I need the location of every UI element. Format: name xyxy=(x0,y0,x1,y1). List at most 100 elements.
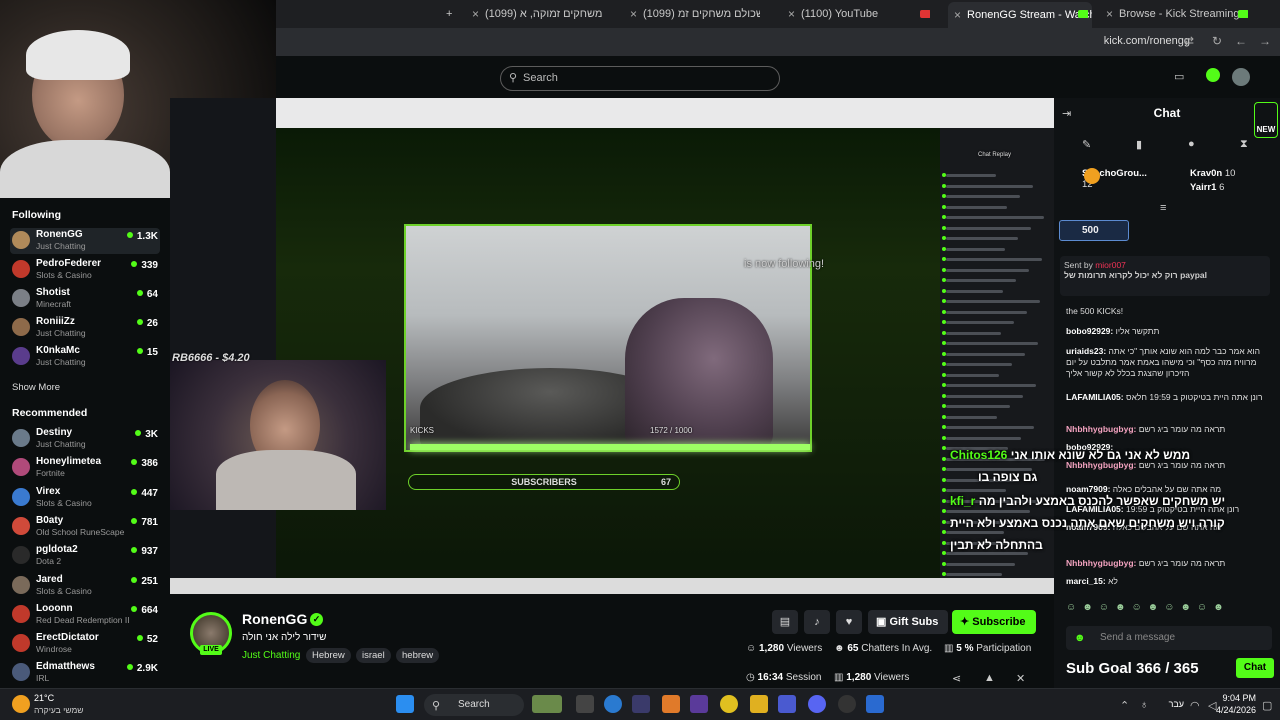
hourglass-icon[interactable]: ⧗ xyxy=(1240,138,1248,151)
emoji-icon[interactable]: ☻ xyxy=(1074,632,1086,644)
send-message-input[interactable]: Send a message xyxy=(1066,626,1272,650)
store-icon[interactable] xyxy=(632,695,650,713)
browser-tab[interactable]: × Browse - Kick Streaming xyxy=(1106,5,1256,23)
sidebar-channel[interactable]: B0aty Old School RuneScape 781 xyxy=(10,514,160,540)
address-bar[interactable]: kick.com/ronengg ⇄ ↻ ← → xyxy=(276,28,1280,56)
edge-icon[interactable] xyxy=(604,695,622,713)
weather-description[interactable]: שמשי בעיקרה xyxy=(34,705,84,715)
kick-favicon-icon xyxy=(1078,5,1088,23)
kick-logo-icon[interactable] xyxy=(1206,68,1220,82)
gift-subs-button[interactable]: ▣ Gift Subs xyxy=(868,610,948,634)
browser-tab-active[interactable]: × RonenGG Stream - Watch Live xyxy=(948,2,1092,28)
replay-line xyxy=(942,425,1034,429)
chat-username[interactable]: LAFAMILIA05: xyxy=(1066,392,1124,402)
sidebar-channel[interactable]: Honeylimetea Fortnite 386 xyxy=(10,455,160,481)
close-icon[interactable]: × xyxy=(630,7,637,21)
app-icon[interactable] xyxy=(662,695,680,713)
teams-icon[interactable] xyxy=(778,695,796,713)
sidebar-channel[interactable]: RonenGG Just Chatting 1.3K xyxy=(10,228,160,254)
sidebar-channel[interactable]: Virex Slots & Casino 447 xyxy=(10,485,160,511)
chat-send-button[interactable]: Chat xyxy=(1236,658,1274,678)
weather-icon[interactable] xyxy=(12,695,30,713)
emote-bar[interactable]: ☺☻☺☻☺☻☺☻☺☻ xyxy=(1066,602,1274,618)
chat-username[interactable]: marci_15: xyxy=(1066,576,1106,586)
reload-icon[interactable]: ↻ xyxy=(1210,34,1224,48)
app-icon-2[interactable] xyxy=(690,695,708,713)
url-text[interactable]: kick.com/ronengg xyxy=(1104,35,1190,47)
tag-hebrew[interactable]: Hebrew xyxy=(306,648,351,663)
search-input[interactable]: ⚲ Search xyxy=(500,66,780,91)
clock-time[interactable]: 9:04 PM xyxy=(1222,693,1256,703)
filter-icon[interactable]: ≡ xyxy=(1160,202,1166,214)
subscribe-button[interactable]: ✦ Subscribe xyxy=(952,610,1036,634)
sidebar-channel[interactable]: Jared Slots & Casino 251 xyxy=(10,573,160,599)
vscode-icon[interactable] xyxy=(866,695,884,713)
report-icon[interactable]: ▲ xyxy=(984,672,995,684)
tag-israel[interactable]: israel xyxy=(356,648,391,663)
mute-icon[interactable]: ✕ xyxy=(1016,672,1025,685)
chat-username[interactable]: bobo92929: xyxy=(1066,326,1113,336)
widget-icon[interactable] xyxy=(532,695,562,713)
notifications-button[interactable]: ♪ xyxy=(804,610,830,634)
task-view-icon[interactable] xyxy=(576,695,594,713)
chat-username[interactable]: noam7909: xyxy=(1066,484,1110,494)
chrome-icon[interactable] xyxy=(720,695,738,713)
chat-username[interactable]: Nhbhhygbugbyg: xyxy=(1066,424,1136,434)
chat-bubble-icon[interactable]: ● xyxy=(1188,138,1195,150)
browser-tab[interactable]: × (1100) YouTube xyxy=(788,5,932,23)
theater-icon[interactable]: ▭ xyxy=(1174,70,1184,83)
chat-text: תראה מה עומר ביג רשם xyxy=(1138,424,1226,434)
back-icon[interactable]: ← xyxy=(1234,34,1248,48)
sidebar-channel[interactable]: ErectDictator Windrose 52 xyxy=(10,631,160,657)
streamer-name[interactable]: RonenGG xyxy=(242,611,307,627)
obs-icon[interactable] xyxy=(838,695,856,713)
replay-line xyxy=(942,351,1025,356)
forward-icon[interactable]: → xyxy=(1258,34,1272,48)
tray-chevron-icon[interactable]: ⌃ xyxy=(1120,699,1129,712)
channel-name: Destiny xyxy=(36,427,73,438)
weather-temperature[interactable]: 21°C xyxy=(34,693,54,703)
close-icon[interactable]: × xyxy=(954,8,961,22)
close-icon[interactable]: × xyxy=(788,7,795,21)
wifi-icon[interactable]: ◠ xyxy=(1190,699,1200,712)
replay-line xyxy=(942,246,1005,251)
discord-icon[interactable] xyxy=(808,695,826,713)
channel-viewers: 447 xyxy=(131,488,158,499)
translate-icon[interactable]: ⇄ xyxy=(1182,34,1196,48)
sidebar-channel[interactable]: K0nkaMc Just Chatting 15 xyxy=(10,344,160,370)
sidebar-channel[interactable]: Edmatthews IRL 2.9K xyxy=(10,660,160,686)
user-avatar[interactable] xyxy=(1232,68,1250,86)
sidebar-channel[interactable]: Shotist Minecraft 64 xyxy=(10,286,160,312)
search-icon: ⚲ xyxy=(432,700,441,712)
pin-icon[interactable]: ✎ xyxy=(1082,138,1091,151)
share-icon[interactable]: ⋖ xyxy=(952,672,961,685)
sidebar-channel[interactable]: RoniiiZz Just Chatting 26 xyxy=(10,315,160,341)
file-explorer-icon[interactable] xyxy=(750,695,768,713)
video-player[interactable]: KICKS 1572 / 1000 is now following! SUBS… xyxy=(170,98,1054,594)
sidebar-channel[interactable]: pgldota2 Dota 2 937 xyxy=(10,543,160,569)
clock-date[interactable]: 4/24/2026 xyxy=(1216,705,1256,715)
tag-hebrew-lower[interactable]: hebrew xyxy=(396,648,440,663)
input-language[interactable]: עבר xyxy=(1169,699,1184,709)
sidebar-channel[interactable]: Destiny Just Chatting 3K xyxy=(10,426,160,452)
browser-tab[interactable]: × (1099) כולם משחקים זמוקה, א xyxy=(472,5,602,23)
windows-start-icon[interactable] xyxy=(396,695,414,713)
show-more-link[interactable]: Show More xyxy=(12,382,60,393)
chat-username[interactable]: uriaids23: xyxy=(1066,346,1106,356)
close-icon[interactable]: × xyxy=(1106,7,1113,21)
close-icon[interactable]: × xyxy=(472,7,479,21)
chat-username[interactable]: Nhbhhygbugbyg: xyxy=(1066,558,1136,568)
stream-category[interactable]: Just Chatting xyxy=(242,650,300,661)
heart-icon: ♥ xyxy=(845,616,853,628)
chat-options-button[interactable]: NEW xyxy=(1254,102,1278,138)
clip-button[interactable]: ▤ xyxy=(772,610,798,634)
trash-icon[interactable]: ▮ xyxy=(1136,138,1142,151)
browser-tab[interactable]: × (1099) בזמן שכולם משחקים זמ xyxy=(630,5,760,23)
follow-button[interactable]: ♥ xyxy=(836,610,862,634)
new-tab-button[interactable]: + xyxy=(446,5,452,23)
sidebar-channel[interactable]: PedroFederer Slots & Casino 339 xyxy=(10,257,160,283)
sidebar-channel[interactable]: Looonn Red Dead Redemption II 664 xyxy=(10,602,160,628)
notifications-icon[interactable]: ▢ xyxy=(1262,699,1272,712)
channel-name: Looonn xyxy=(36,602,73,614)
mic-icon[interactable]: ♁ xyxy=(1140,699,1148,711)
